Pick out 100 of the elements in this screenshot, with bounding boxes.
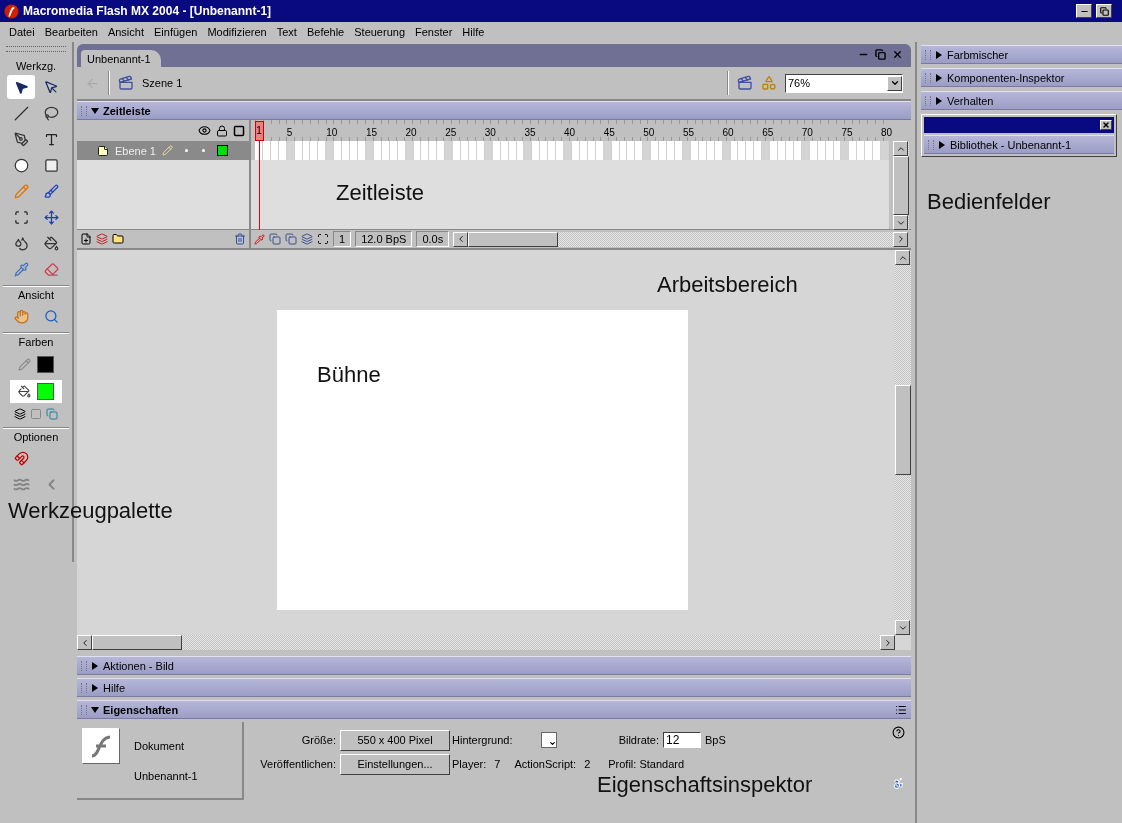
annotation: Bühne (317, 362, 381, 387)
dropdown-icon (549, 740, 556, 747)
options-menu-icon[interactable] (895, 703, 907, 716)
color-swatch[interactable] (37, 383, 54, 400)
frame-number: 45 (603, 127, 616, 140)
scene-menu-icon[interactable] (737, 75, 753, 91)
magnet-icon (13, 450, 29, 466)
frame-number: 60 (722, 127, 735, 140)
eye-icon[interactable] (198, 124, 211, 137)
background-label: Hintergrund: (452, 734, 514, 746)
close-button[interactable] (1100, 120, 1112, 130)
size-button[interactable]: 550 x 400 Pixel (340, 729, 450, 751)
color-row[interactable] (10, 380, 62, 403)
annotation: Arbeitsbereich (657, 272, 798, 297)
menu-item[interactable]: Steuerung (349, 26, 410, 38)
frame-number: 5 (286, 127, 294, 140)
frame-number: 30 (484, 127, 497, 140)
menu-item[interactable]: Ansicht (102, 26, 149, 38)
menu-item[interactable]: Fenster (410, 26, 458, 38)
frame-number: 10 (326, 127, 339, 140)
trash-icon[interactable] (234, 233, 246, 245)
lasso-icon (43, 105, 59, 121)
vertical-scrollbar[interactable] (895, 250, 911, 635)
paint-bucket-icon (18, 385, 31, 398)
menu-item[interactable]: Einfügen (149, 26, 203, 38)
panel-header[interactable]: Zeitleiste (77, 101, 911, 120)
size-label: Größe: (300, 734, 337, 746)
expand-triangle-icon[interactable] (91, 683, 99, 692)
panel-header[interactable]: Eigenschaften (77, 700, 911, 719)
layer-name: Ebene 1 (115, 144, 156, 157)
lock-icon[interactable] (216, 124, 228, 137)
no-color-icon[interactable] (30, 408, 42, 420)
timeline-scrollbar[interactable] (453, 231, 908, 247)
close-icon[interactable] (892, 49, 903, 60)
panel-header[interactable]: Komponenten-Inspektor (921, 68, 1122, 87)
options-title: Optionen (13, 430, 59, 445)
accessibility-icon[interactable] (892, 777, 905, 790)
restore-icon[interactable] (875, 49, 886, 60)
minimize-button[interactable] (1076, 4, 1092, 18)
eraser-icon (43, 261, 59, 277)
flash-logo-icon (4, 3, 19, 19)
panel-title: Verhalten (947, 94, 994, 107)
menu-item[interactable]: Text (271, 26, 302, 38)
insert-layer-icon[interactable] (80, 233, 92, 245)
color-swatch[interactable] (37, 356, 54, 373)
folder-icon[interactable] (112, 233, 124, 245)
background-color-swatch[interactable] (541, 732, 557, 748)
frame-number: 70 (801, 127, 814, 140)
paint-bucket-icon (43, 235, 59, 251)
layer-icon (97, 144, 109, 157)
layer-scrollbar[interactable] (893, 141, 909, 230)
horizontal-scrollbar[interactable] (77, 635, 895, 650)
annotation: Zeitleiste (336, 180, 425, 205)
expand-triangle-icon[interactable] (935, 96, 943, 105)
help-icon[interactable] (892, 726, 905, 739)
panel-header[interactable]: Verhalten (921, 91, 1122, 110)
panel-title: Bibliothek - Unbenannt-1 (950, 138, 1072, 151)
panel-title: Eigenschaften (103, 703, 179, 716)
expand-triangle-icon[interactable] (91, 705, 99, 714)
brush-icon (43, 183, 59, 199)
close-icon (1102, 121, 1110, 129)
panel-title: Farbmischer (947, 48, 1009, 61)
menu-item[interactable]: Modifizieren (202, 26, 272, 38)
scene-name: Szene 1 (142, 77, 183, 89)
expand-triangle-icon[interactable] (91, 106, 99, 115)
menu-item[interactable]: Befehle (301, 26, 350, 38)
view-title: Ansicht (17, 288, 55, 303)
menu-item[interactable]: Datei (4, 26, 40, 38)
scroll-thumb[interactable] (92, 635, 182, 650)
panel-header[interactable]: Hilfe (77, 678, 911, 697)
hand-icon (13, 308, 29, 324)
menu-item[interactable]: Bearbeiten (39, 26, 103, 38)
playhead[interactable]: 1 (254, 121, 264, 141)
expand-triangle-icon[interactable] (938, 140, 946, 149)
expand-triangle-icon[interactable] (91, 661, 99, 670)
expand-triangle-icon[interactable] (935, 73, 943, 82)
document-tab[interactable]: Unbenannt-1 (81, 50, 161, 67)
line-icon (13, 105, 29, 121)
pointer-icon (43, 79, 59, 95)
panel-header[interactable]: Bibliothek - Unbenannt-1 (924, 135, 1114, 154)
panel-title: Zeitleiste (103, 104, 151, 117)
scroll-thumb[interactable] (893, 156, 909, 215)
outline-icon[interactable] (233, 124, 245, 137)
profile-label: Profil: Standard (608, 758, 685, 770)
panel-header[interactable]: Farbmischer (921, 45, 1122, 64)
publish-label: Veröffentlichen: (259, 758, 337, 770)
tool-button[interactable] (7, 75, 35, 99)
current-frame: 1 (333, 231, 352, 247)
restore-button[interactable] (1096, 4, 1112, 18)
scroll-thumb[interactable] (468, 231, 559, 247)
panel-title: Aktionen - Bild (103, 659, 174, 672)
frame-rate-field[interactable]: 12 (663, 732, 701, 748)
scroll-thumb[interactable] (895, 385, 911, 475)
panel-header[interactable]: Aktionen - Bild (77, 656, 911, 675)
pencil-icon (162, 145, 173, 156)
zoom-field[interactable]: 76% (785, 73, 903, 93)
expand-triangle-icon[interactable] (935, 50, 943, 59)
menu-item[interactable]: Hilfe (457, 26, 490, 38)
settings-button[interactable]: Einstellungen... (340, 753, 450, 775)
frame-number: 15 (365, 127, 379, 140)
